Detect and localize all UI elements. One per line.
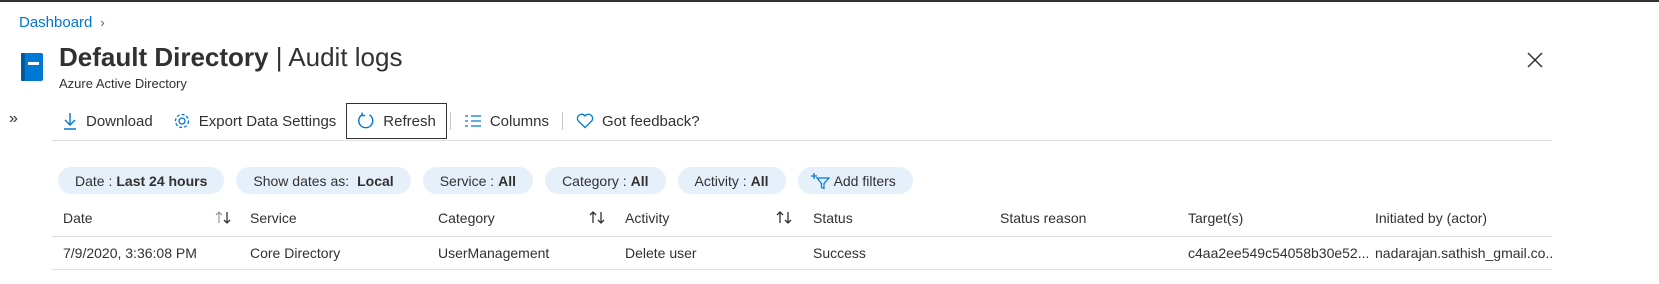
export-data-settings-button[interactable]: Export Data Settings (163, 103, 347, 139)
feedback-label: Got feedback? (602, 112, 700, 130)
filter-bar: Date : Last 24 hours Show dates as: Loca… (58, 167, 913, 194)
filter-activity-value: All (750, 172, 769, 189)
cell-initiated-by: nadarajan.sathish_gmail.co... (1375, 245, 1552, 261)
sort-icon[interactable] (588, 209, 606, 227)
gear-icon (174, 113, 189, 129)
download-icon (64, 113, 76, 130)
filter-service[interactable]: Service : All (422, 167, 534, 194)
cell-date: 7/9/2020, 3:36:08 PM (63, 245, 197, 261)
expand-menu-icon[interactable]: » (9, 110, 18, 128)
columns-label: Columns (489, 112, 550, 130)
column-header-date[interactable]: Date (63, 200, 213, 236)
column-header-category[interactable]: Category (438, 200, 578, 236)
breadcrumb: Dashboard › (19, 14, 105, 31)
column-header-status[interactable]: Status (813, 200, 993, 236)
refresh-button[interactable]: Refresh (346, 103, 447, 139)
cell-targets: c4aa2ee549c54058b30e52... (1188, 245, 1368, 261)
directory-book-icon (21, 53, 43, 81)
filter-category-label: Category : (562, 172, 627, 189)
column-header-status-reason[interactable]: Status reason (1000, 200, 1180, 236)
breadcrumb-dashboard-link[interactable]: Dashboard (19, 14, 92, 31)
heart-icon (576, 113, 594, 129)
feedback-button[interactable]: Got feedback? (566, 103, 710, 139)
refresh-icon (358, 112, 374, 129)
filter-date[interactable]: Date : Last 24 hours (58, 167, 225, 194)
column-header-targets[interactable]: Target(s) (1188, 200, 1368, 236)
filter-show-dates-label: Show dates as: (253, 172, 350, 189)
toolbar-divider (449, 112, 451, 130)
download-label: Download (86, 112, 153, 130)
filter-show-dates-value: Local (357, 172, 394, 189)
columns-button[interactable]: Columns (454, 103, 559, 139)
filter-activity-label: Activity : (694, 172, 747, 189)
table-header: Date Service Category Activity Status St… (52, 200, 1552, 237)
filter-activity[interactable]: Activity : All (677, 167, 786, 194)
cell-status: Success (813, 245, 866, 261)
close-icon[interactable] (1524, 49, 1546, 71)
cell-status-reason (1000, 237, 1180, 269)
sort-icon[interactable] (775, 209, 793, 227)
page-title-separator: | (275, 42, 283, 72)
cell-activity: Delete user (625, 245, 697, 261)
columns-icon (464, 115, 481, 127)
refresh-label: Refresh (383, 112, 436, 130)
cell-category: UserManagement (438, 245, 550, 261)
column-header-service[interactable]: Service (250, 200, 430, 236)
sort-icon[interactable] (214, 209, 232, 227)
export-label: Export Data Settings (198, 112, 337, 130)
page-title-blade: Audit logs (288, 42, 403, 72)
filter-date-label: Date : (75, 172, 113, 189)
chevron-right-icon: › (100, 15, 105, 30)
filter-category-value: All (630, 172, 649, 189)
filter-date-value: Last 24 hours (116, 172, 208, 189)
filter-show-dates[interactable]: Show dates as: Local (236, 167, 411, 194)
command-bar: Download Export Data Settings Refresh Co… (52, 102, 1552, 141)
download-button[interactable]: Download (52, 103, 163, 139)
toolbar-divider (562, 112, 564, 130)
filter-service-value: All (498, 172, 517, 189)
cell-service: Core Directory (250, 245, 341, 261)
page-subtitle: Azure Active Directory (59, 76, 187, 91)
add-filters-label: Add filters (833, 172, 896, 189)
page-title-directory: Default Directory (59, 42, 269, 72)
filter-category[interactable]: Category : All (545, 167, 666, 194)
column-header-activity[interactable]: Activity (625, 200, 765, 236)
add-filter-icon (810, 172, 830, 189)
column-header-initiated-by[interactable]: Initiated by (actor) (1375, 200, 1552, 236)
add-filters-button[interactable]: Add filters (797, 167, 913, 194)
filter-service-label: Service : (439, 172, 495, 189)
table-row[interactable]: 7/9/2020, 3:36:08 PM Core Directory User… (52, 237, 1552, 270)
page-title: Default Directory | Audit logs (59, 42, 402, 73)
